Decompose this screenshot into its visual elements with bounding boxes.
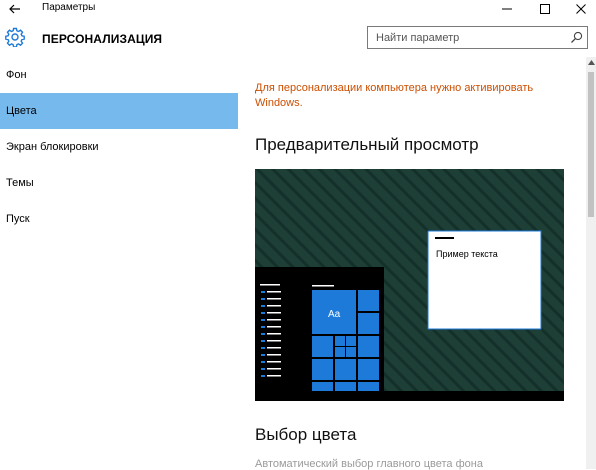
color-heading: Выбор цвета (255, 425, 357, 444)
taskbar-preview (255, 391, 564, 401)
maximize-button[interactable] (531, 0, 559, 17)
scroll-up-button[interactable] (586, 57, 596, 67)
minimize-icon (502, 8, 512, 9)
sidebar-item-background[interactable]: Фон (0, 57, 238, 93)
main-content: Для персонализации компьютера нужно акти… (238, 57, 586, 470)
page-header: ПЕРСОНАЛИЗАЦИЯ Найти параметр (0, 17, 596, 57)
preview-sample-text: Пример текста (436, 249, 498, 259)
activation-warning[interactable]: Для персонализации компьютера нужно акти… (255, 81, 565, 111)
search-placeholder: Найти параметр (376, 32, 460, 44)
start-menu-preview (255, 267, 384, 401)
auto-color-option[interactable]: Автоматический выбор главного цвета фона (255, 458, 483, 470)
close-button[interactable] (567, 0, 595, 17)
sidebar-item-colors[interactable]: Цвета (0, 93, 238, 129)
sample-window (427, 230, 542, 330)
sidebar-item-lock-screen[interactable]: Экран блокировки (0, 129, 238, 165)
sidebar-item-start[interactable]: Пуск (0, 201, 238, 237)
page-title: ПЕРСОНАЛИЗАЦИЯ (42, 32, 163, 46)
search-icon[interactable] (570, 31, 583, 44)
sidebar-item-label: Цвета (6, 105, 37, 117)
title-bar: Параметры (0, 0, 596, 17)
back-button[interactable] (0, 0, 30, 17)
scrollbar-thumb[interactable] (588, 72, 594, 217)
sidebar-item-label: Пуск (6, 213, 30, 225)
sidebar-item-themes[interactable]: Темы (0, 165, 238, 201)
preview-image (255, 169, 564, 401)
search-input[interactable]: Найти параметр (367, 26, 588, 49)
maximize-icon (540, 3, 550, 14)
minimize-button[interactable] (493, 0, 521, 17)
sidebar-item-label: Экран блокировки (6, 141, 99, 153)
gear-icon (5, 27, 25, 47)
close-icon (576, 3, 586, 14)
sidebar-item-label: Темы (6, 177, 34, 189)
window-title: Параметры (42, 2, 96, 13)
sidebar: Фон Цвета Экран блокировки Темы Пуск (0, 57, 238, 469)
back-arrow-icon (9, 4, 20, 13)
chevron-up-icon (587, 59, 595, 65)
preview-tile-label: Aa (328, 309, 341, 320)
sidebar-item-label: Фон (6, 69, 27, 81)
preview-heading: Предварительный просмотр (255, 135, 479, 154)
theme-preview: Пример текста Aa (255, 169, 564, 401)
